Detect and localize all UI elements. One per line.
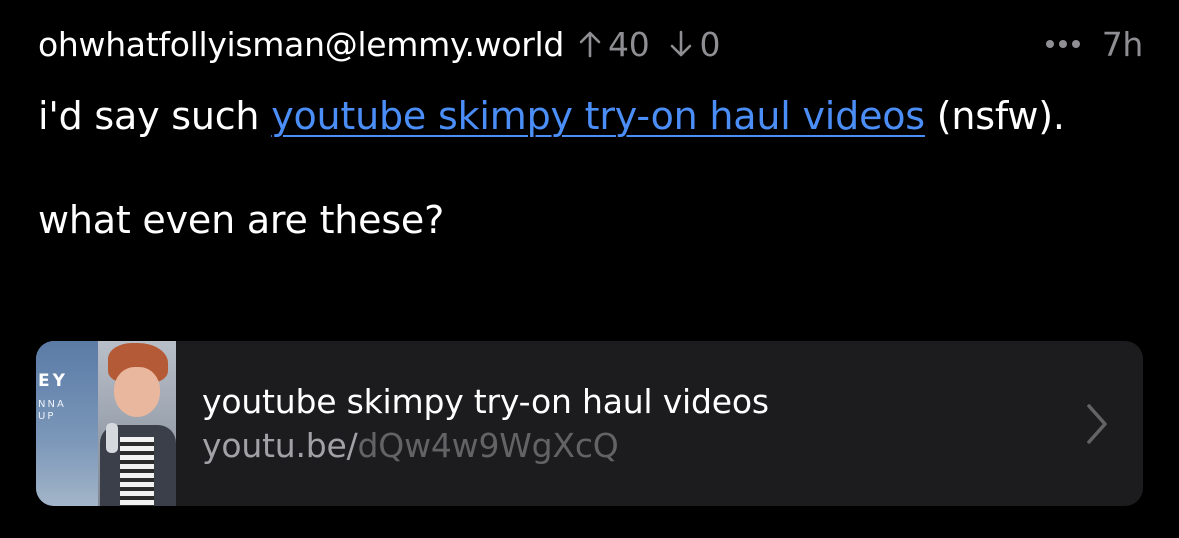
comment-header: ohwhatfollyisman@lemmy.world 40 0 7h	[38, 22, 1143, 66]
downvote-button[interactable]: 0	[669, 25, 720, 64]
link-preview-text: youtube skimpy try-on haul videos youtu.…	[202, 380, 1077, 468]
link-preview-title: youtube skimpy try-on haul videos	[202, 381, 769, 421]
arrow-up-icon	[579, 31, 601, 58]
link-preview-card[interactable]: EY NNA UP youtube skimpy try-on haul vid…	[36, 341, 1143, 506]
upvote-button[interactable]: 40	[578, 24, 650, 64]
video-thumbnail: EY NNA UP	[36, 341, 176, 506]
comment-body: i'd say such youtube skimpy try-on haul …	[38, 90, 1118, 246]
ellipsis-icon	[1045, 40, 1054, 48]
link-preview-url: youtu.be/dQw4w9WgXcQ	[202, 425, 619, 465]
comment-paragraph: i'd say such youtube skimpy try-on haul …	[38, 94, 1065, 138]
comment: ohwhatfollyisman@lemmy.world 40 0 7h i'd…	[0, 0, 1179, 538]
downvote-count: 0	[699, 24, 721, 64]
chevron-right-icon	[1077, 394, 1117, 454]
author-name[interactable]: ohwhatfollyisman@lemmy.world	[38, 25, 564, 64]
video-link[interactable]: youtube skimpy try-on haul videos	[271, 94, 925, 138]
comment-timestamp: 7h	[1101, 24, 1144, 64]
comment-paragraph: what even are these?	[38, 198, 445, 242]
upvote-count: 40	[608, 24, 650, 64]
more-options-button[interactable]	[1045, 40, 1080, 48]
arrow-down-icon	[671, 30, 692, 57]
